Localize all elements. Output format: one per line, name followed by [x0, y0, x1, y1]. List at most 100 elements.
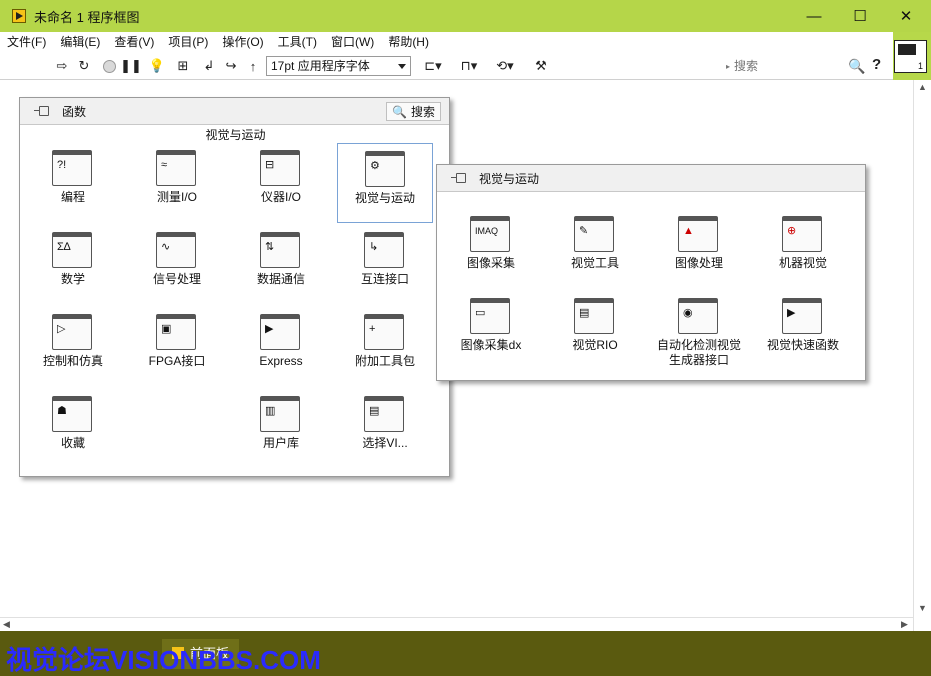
pin-icon[interactable]	[451, 171, 467, 185]
palette-item-imaq[interactable]: IMAQ 图像采集	[443, 209, 539, 289]
run-continuously-icon[interactable]: ↻	[75, 57, 93, 75]
retain-wire-values-icon[interactable]: ⊞	[174, 57, 192, 75]
vi-icon-screen	[898, 44, 916, 55]
tile-label: 编程	[60, 190, 85, 204]
tile-label: 互连接口	[360, 272, 409, 286]
reorder-icon[interactable]: ⟲▾	[492, 57, 518, 75]
tile-label: FPGA接口	[148, 354, 206, 368]
palette-item-math[interactable]: Σ∆ 数学	[25, 225, 121, 305]
palette-item-measurement-io[interactable]: ≈ 测量I/O	[129, 143, 225, 223]
palette-item-addons[interactable]: + 附加工具包	[337, 307, 433, 387]
palette-item-express[interactable]: ▶ Express	[233, 307, 329, 387]
scroll-left-icon[interactable]: ◀	[3, 619, 10, 630]
menu-project[interactable]: 项目(P)	[161, 32, 215, 52]
search-icon[interactable]: 🔍	[848, 58, 865, 75]
palette-item-machine-vision[interactable]: ⊕ 机器视觉	[755, 209, 851, 289]
clean-up-diagram-icon[interactable]: ⚒	[530, 57, 552, 75]
palette-item-image-processing[interactable]: ▲ 图像处理	[651, 209, 747, 289]
close-button[interactable]: ✕	[883, 0, 929, 32]
menu-file[interactable]: 文件(F)	[0, 32, 53, 52]
align-objects-icon[interactable]: ⊏▾	[420, 57, 446, 75]
measurement-io-icon: ≈	[156, 150, 196, 186]
tile-label: 用户库	[262, 436, 299, 450]
palette-item-programming[interactable]: ?! 编程	[25, 143, 121, 223]
palette-search-button[interactable]: 🔍 搜索	[386, 102, 441, 121]
run-arrow-icon[interactable]: ⇨	[53, 57, 71, 75]
functions-palette-header: 函数 🔍 搜索	[20, 98, 449, 125]
express-icon: ▶	[260, 314, 300, 350]
vision-rio-icon: ▤	[574, 298, 614, 334]
search-box[interactable]: ▸ 🔍	[726, 56, 866, 76]
tile-label: 数学	[60, 272, 85, 286]
font-selector[interactable]: 17pt 应用程序字体	[266, 56, 411, 76]
favorites-icon: ☗	[52, 396, 92, 432]
palette-item-vision-utilities[interactable]: ✎ 视觉工具	[547, 209, 643, 289]
vision-utilities-icon: ✎	[574, 216, 614, 252]
distribute-objects-icon[interactable]: ⊓▾	[456, 57, 482, 75]
pin-icon[interactable]	[34, 104, 50, 118]
maximize-button[interactable]: ☐	[837, 0, 883, 32]
chevron-down-icon	[398, 64, 406, 69]
scroll-down-icon[interactable]: ▼	[918, 603, 927, 613]
control-simulation-icon: ▷	[52, 314, 92, 350]
scroll-up-icon[interactable]: ▲	[918, 82, 927, 92]
menu-tools[interactable]: 工具(T)	[271, 32, 324, 52]
search-input[interactable]	[734, 59, 835, 73]
vision-motion-icon: ⚙	[365, 151, 405, 187]
magnifier-icon: 🔍	[392, 104, 407, 119]
imaq-icon: IMAQ	[470, 216, 510, 252]
tile-label: 视觉工具	[570, 256, 619, 270]
context-help-button[interactable]: ?	[872, 56, 881, 73]
tile-label: 图像采集	[466, 256, 515, 270]
tile-label: 视觉与运动	[354, 191, 415, 205]
menu-view[interactable]: 查看(V)	[107, 32, 161, 52]
math-icon: Σ∆	[52, 232, 92, 268]
menu-edit[interactable]: 编辑(E)	[53, 32, 107, 52]
vi-icon[interactable]: 1	[894, 40, 927, 73]
step-out-icon[interactable]: ↑	[244, 57, 262, 75]
tile-label: 视觉快速函数	[766, 338, 839, 352]
menu-window[interactable]: 窗口(W)	[324, 32, 381, 52]
palette-item-imaqdx[interactable]: ▭ 图像采集dx	[443, 291, 539, 371]
tile-label: 图像处理	[674, 256, 723, 270]
palette-item-data-communication[interactable]: ⇅ 数据通信	[233, 225, 329, 305]
data-communication-icon: ⇅	[260, 232, 300, 268]
image-processing-icon: ▲	[678, 216, 718, 252]
menu-bar: 文件(F) 编辑(E) 查看(V) 项目(P) 操作(O) 工具(T) 窗口(W…	[0, 32, 893, 52]
tile-label: 附加工具包	[354, 354, 415, 368]
step-over-icon[interactable]: ↪	[222, 57, 240, 75]
tile-label: 测量I/O	[156, 190, 197, 204]
palette-item-vision-motion[interactable]: ⚙ 视觉与运动	[337, 143, 433, 223]
horizontal-scrollbar[interactable]: ◀ ▶	[0, 617, 913, 631]
vision-motion-palette[interactable]: 视觉与运动 IMAQ 图像采集 ✎ 视觉工具 ▲ 图像处理 ⊕ 机器视觉 ▭ 图…	[436, 164, 866, 381]
palette-item-vision-rio[interactable]: ▤ 视觉RIO	[547, 291, 643, 371]
signal-processing-icon: ∿	[156, 232, 196, 268]
palette-item-vision-express[interactable]: ▶ 视觉快速函数	[755, 291, 851, 371]
user-libraries-icon: ▥	[260, 396, 300, 432]
menu-operate[interactable]: 操作(O)	[215, 32, 270, 52]
palette-item-favorites[interactable]: ☗ 收藏	[25, 389, 121, 469]
palette-item-connectivity[interactable]: ↳ 互连接口	[337, 225, 433, 305]
palette-item-instrument-io[interactable]: ⊟ 仪器I/O	[233, 143, 329, 223]
addons-icon: +	[364, 314, 404, 350]
pause-icon[interactable]: ❚❚	[120, 57, 142, 75]
highlight-execution-icon[interactable]: 💡	[148, 57, 166, 75]
palette-item-fpga-interface[interactable]: ▣ FPGA接口	[129, 307, 225, 387]
tile-label: Express	[259, 354, 303, 368]
vision-builder-icon: ◉	[678, 298, 718, 334]
menu-help[interactable]: 帮助(H)	[381, 32, 436, 52]
tile-label: 机器视觉	[778, 256, 827, 270]
step-into-icon[interactable]: ↲	[200, 57, 218, 75]
palette-item-select-vi[interactable]: ▤ 选择VI...	[337, 389, 433, 469]
scroll-right-icon[interactable]: ▶	[901, 619, 908, 630]
vision-express-icon: ▶	[782, 298, 822, 334]
palette-item-user-libraries[interactable]: ▥ 用户库	[233, 389, 329, 469]
abort-icon[interactable]	[100, 57, 118, 75]
vertical-scrollbar[interactable]: ▲ ▼	[913, 80, 931, 631]
tile-label: 数据通信	[256, 272, 305, 286]
palette-item-control-simulation[interactable]: ▷ 控制和仿真	[25, 307, 121, 387]
palette-item-signal-processing[interactable]: ∿ 信号处理	[129, 225, 225, 305]
minimize-button[interactable]: —	[791, 0, 837, 32]
palette-item-vision-builder[interactable]: ◉ 自动化检测视觉 生成器接口	[651, 291, 747, 377]
functions-palette[interactable]: 函数 🔍 搜索 视觉与运动 ?! 编程 ≈ 测量I/O ⊟ 仪器I/O ⚙ 视觉…	[19, 97, 450, 477]
